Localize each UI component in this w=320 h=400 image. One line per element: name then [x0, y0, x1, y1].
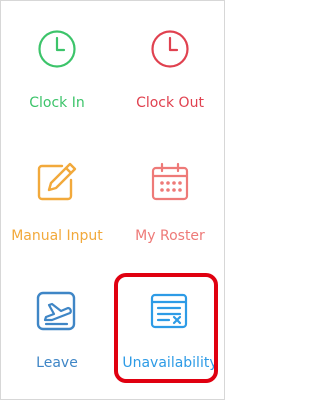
my-roster-label: My Roster — [135, 228, 205, 244]
calendar-icon — [151, 162, 189, 201]
clock-icon — [38, 30, 76, 68]
leave-label: Leave — [36, 355, 78, 371]
clock-out-tile[interactable]: Clock Out — [114, 1, 226, 131]
leave-tile[interactable]: Leave — [1, 263, 113, 393]
unavailability-tile[interactable]: Unavailability — [114, 263, 226, 393]
clock-icon — [151, 30, 189, 68]
manual-input-tile[interactable]: Manual Input — [1, 132, 113, 262]
clock-out-label: Clock Out — [136, 95, 204, 111]
my-roster-tile[interactable]: My Roster — [114, 132, 226, 262]
manual-input-label: Manual Input — [11, 228, 103, 244]
unavailability-label: Unavailability — [122, 355, 218, 371]
clock-in-label: Clock In — [29, 95, 85, 111]
clock-in-tile[interactable]: Clock In — [1, 1, 113, 131]
menu-panel: Clock In Clock Out Manual Input My Roste… — [0, 0, 225, 400]
unavailable-list-icon — [150, 293, 188, 329]
airplane-icon — [36, 291, 76, 331]
edit-note-icon — [37, 162, 77, 201]
